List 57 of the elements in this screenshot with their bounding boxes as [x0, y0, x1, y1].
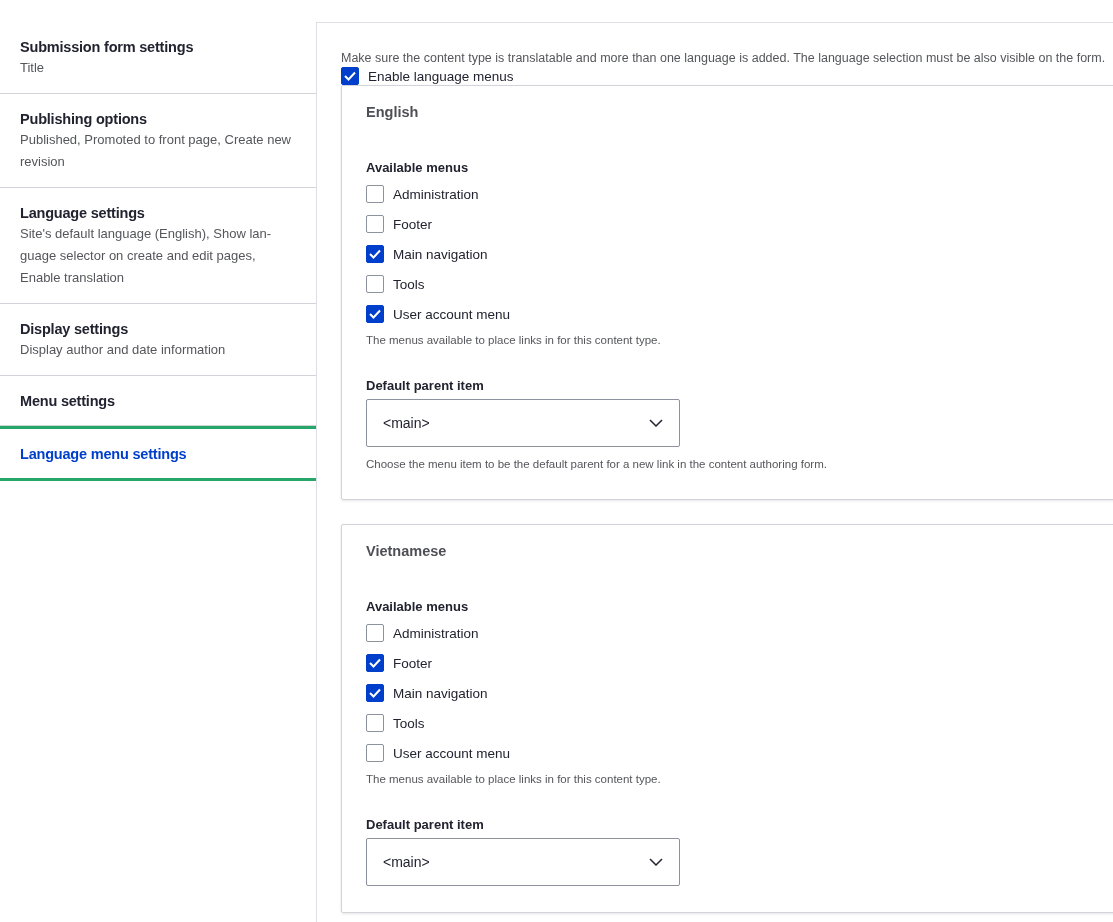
checkbox-label: Administration — [393, 186, 479, 202]
checkbox-label: Main navigation — [393, 246, 488, 262]
checkbox[interactable] — [366, 305, 384, 323]
checkbox[interactable] — [366, 185, 384, 203]
vertical-tab[interactable]: Menu settings — [0, 376, 316, 426]
tab-summary: Published, Promoted to front page, Create new revision — [20, 131, 292, 171]
tab-summary: Display author and date information — [20, 341, 227, 359]
checkmark-icon — [369, 309, 381, 319]
field-label: Default parent item — [366, 816, 485, 834]
checkbox-label: Footer — [393, 216, 433, 232]
chevron-down-icon — [649, 858, 663, 866]
checkmark-icon — [344, 71, 356, 81]
checkbox[interactable] — [366, 624, 384, 642]
field-label: Default parent item — [366, 377, 485, 395]
help-text: The menus available to place links in for this content type. — [366, 772, 662, 787]
checkbox[interactable] — [366, 245, 384, 263]
chevron-down-icon — [649, 419, 663, 427]
checkbox[interactable] — [366, 654, 384, 672]
checkbox[interactable] — [366, 215, 384, 233]
checkbox-label: Tools — [393, 715, 425, 731]
tab-title: Language menu settings — [20, 445, 188, 464]
checkbox[interactable] — [366, 744, 384, 762]
checkbox-label: User account menu — [393, 306, 511, 322]
vertical-tab[interactable]: Language settings Site's default language (English), Show lan-guage selector on create and edit pages, Enable translation — [0, 188, 316, 304]
fieldset-legend: Vietnamese — [366, 541, 1113, 561]
checkbox-label: Tools — [393, 276, 425, 292]
tab-summary: Title — [20, 59, 46, 77]
vertical-tab[interactable]: Submission form settings Title — [0, 22, 316, 94]
vertical-tab[interactable]: Language menu settings — [0, 426, 316, 481]
tab-summary: Site's default language (English), Show lan-guage selector on create and edit pages, Enable translation — [20, 225, 273, 287]
tab-title: Display settings — [20, 320, 129, 339]
checkbox-label: Main navigation — [393, 685, 488, 701]
checkbox-label: Footer — [393, 655, 433, 671]
checkbox[interactable] — [366, 714, 384, 732]
description-text: Make sure the content type is translatable and more than one language is added. The language selection must be also visible on the form. — [341, 50, 1107, 67]
field-label: Available menus — [366, 159, 470, 177]
tab-title: Language settings — [20, 204, 146, 223]
parent-select[interactable]: <main> — [366, 399, 680, 447]
help-text: Choose the menu item to be the default parent for a new link in the content authoring form. — [366, 457, 828, 472]
checkbox[interactable] — [341, 67, 359, 85]
checkmark-icon — [369, 249, 381, 259]
help-text: The menus available to place links in for this content type. — [366, 333, 662, 348]
tab-title: Submission form settings — [20, 38, 195, 57]
field-label: Available menus — [366, 598, 470, 616]
tab-title: Publishing options — [20, 110, 148, 129]
vertical-tab[interactable]: Display settings Display author and date information — [0, 304, 316, 376]
vertical-tab[interactable]: Publishing options Published, Promoted to front page, Create new revision — [0, 94, 316, 188]
checkbox-label: Enable language menus — [368, 68, 514, 84]
checkmark-icon — [369, 688, 381, 698]
checkbox-label: User account menu — [393, 745, 511, 761]
checkbox[interactable] — [366, 684, 384, 702]
checkbox-label: Administration — [393, 625, 479, 641]
checkbox[interactable] — [366, 275, 384, 293]
parent-select[interactable]: <main> — [366, 838, 680, 886]
tab-title: Menu settings — [20, 392, 116, 411]
fieldset-legend: English — [366, 102, 1113, 122]
checkmark-icon — [369, 658, 381, 668]
